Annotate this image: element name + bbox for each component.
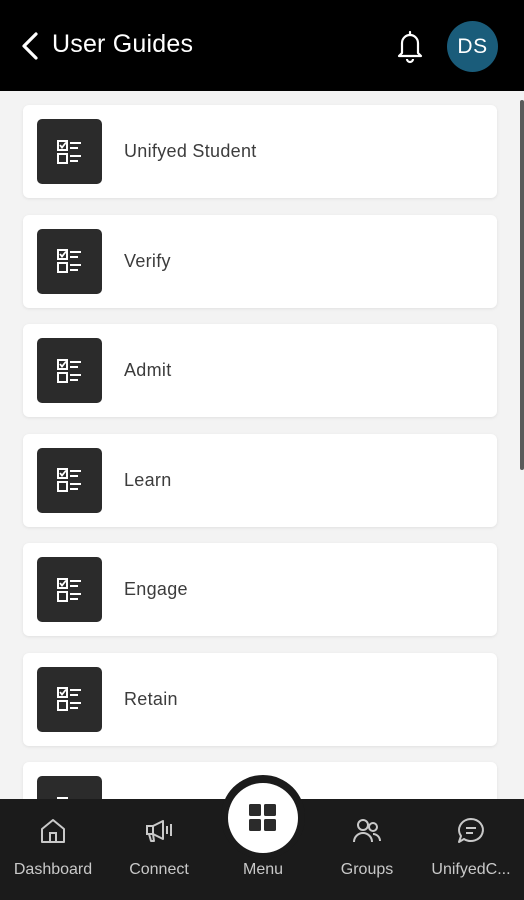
home-icon: [41, 819, 65, 843]
page-title: User Guides: [52, 30, 194, 58]
guide-label: Verify: [124, 250, 171, 271]
nav-item-dashboard[interactable]: Dashboard: [1, 799, 105, 900]
guide-label: Unifyed Student: [124, 141, 257, 161]
guide-card[interactable]: Unifyed Student: [23, 105, 497, 198]
grid-icon: [249, 804, 276, 831]
checklist-icon: [56, 687, 81, 711]
bell-icon: [397, 30, 423, 64]
checklist-icon: [56, 358, 81, 383]
megaphone-icon: [146, 820, 172, 842]
groups-icon: [353, 819, 381, 843]
nav-label-groups: Groups: [340, 861, 394, 878]
guide-card[interactable]: Learn: [23, 433, 497, 527]
guide-tile: [37, 119, 102, 184]
nav-item-unifyed-chat[interactable]: UnifyedC...: [419, 799, 523, 900]
guide-tile: [37, 666, 102, 732]
chat-icon: [458, 818, 484, 843]
guide-tile: [37, 228, 102, 294]
back-button[interactable]: [18, 30, 44, 62]
nav-label-connect: Connect: [129, 861, 189, 878]
nav-label-unifyed-chat: UnifyedC...: [431, 861, 511, 878]
app-root: User Guides DS Unifyed Student Verify Admi…: [0, 0, 524, 900]
guide-label: Retain: [124, 688, 178, 709]
nav-item-groups[interactable]: Groups: [315, 799, 419, 900]
menu-button[interactable]: [228, 783, 298, 853]
checklist-icon: [56, 577, 81, 602]
guides-list: Unifyed Student Verify Admit Learn Engage Ret…: [0, 91, 524, 800]
top-bar: User Guides DS: [0, 0, 524, 91]
guide-tile: [37, 557, 102, 622]
guide-card[interactable]: Admit: [23, 324, 497, 417]
avatar[interactable]: DS: [447, 21, 498, 72]
chevron-left-icon: [22, 32, 38, 60]
guide-tile: [37, 776, 102, 800]
checklist-icon: [56, 468, 81, 492]
guide-label: Engage: [124, 579, 188, 599]
guide-tile: [37, 447, 102, 513]
nav-item-connect[interactable]: Connect: [107, 799, 211, 900]
guide-label: Admit: [124, 360, 172, 380]
notifications-button[interactable]: [393, 28, 427, 64]
checklist-icon: [56, 139, 81, 164]
guide-card[interactable]: Verify: [23, 214, 497, 308]
scrollbar[interactable]: [520, 100, 524, 470]
checklist-icon: [56, 249, 81, 273]
guide-card[interactable]: Retain: [23, 652, 497, 746]
nav-label-menu: Menu: [242, 861, 284, 878]
nav-label-dashboard: Dashboard: [13, 861, 93, 878]
guide-label: Learn: [124, 469, 172, 490]
guide-tile: [37, 338, 102, 403]
guide-card[interactable]: Engage: [23, 543, 497, 636]
